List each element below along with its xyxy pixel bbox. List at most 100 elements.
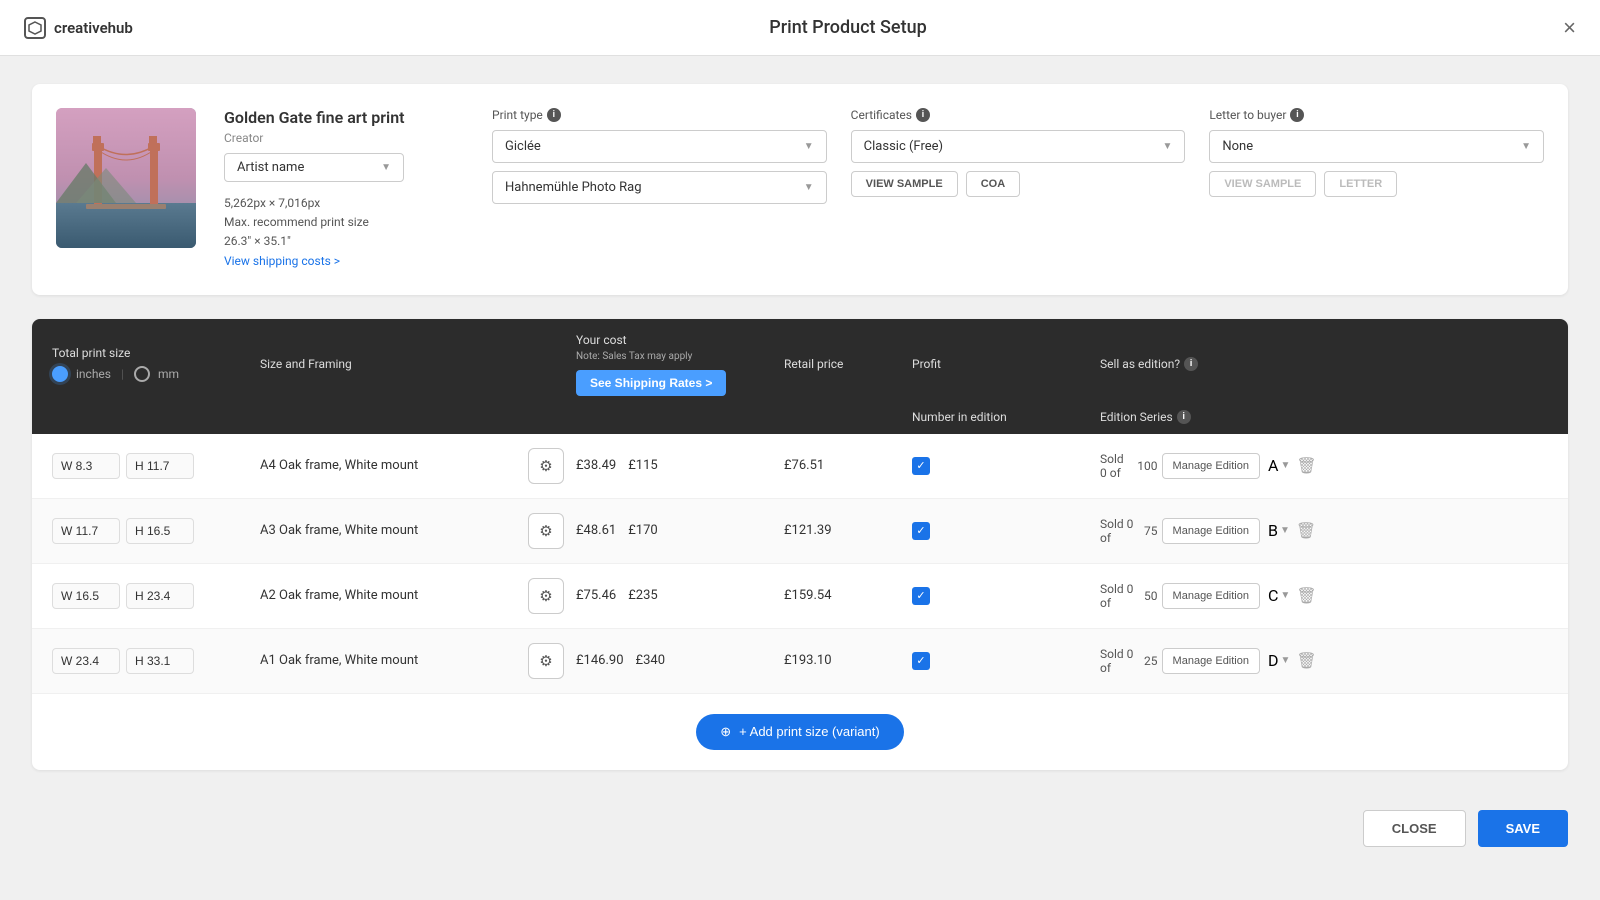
letter-button[interactable]: LETTER	[1324, 171, 1397, 197]
header-size: Total print size inches | mm	[52, 346, 252, 382]
footer-actions: CLOSE SAVE	[32, 794, 1568, 863]
profit-1: £121.39	[784, 523, 904, 538]
letter-select[interactable]: None ▼	[1209, 130, 1544, 163]
edition-count-3: 25	[1141, 654, 1157, 668]
series-cell-3: D ▼ 🗑	[1268, 647, 1318, 675]
recommend-label: Max. recommend print size	[224, 213, 464, 232]
table-row: A1 Oak frame, White mount ⚙ £146.90 £340…	[32, 629, 1568, 694]
height-input-1[interactable]	[126, 518, 194, 544]
pricing-1: £48.61 £170	[576, 523, 776, 538]
table-subheader: Number in edition Edition Series i	[32, 410, 1568, 434]
manage-edition-button-3[interactable]: Manage Edition	[1162, 648, 1260, 674]
close-button[interactable]: CLOSE	[1363, 810, 1466, 847]
save-button[interactable]: SAVE	[1478, 810, 1568, 847]
cert-buttons: VIEW SAMPLE COA	[851, 171, 1186, 197]
series-dropdown-3[interactable]: ▼	[1281, 655, 1291, 666]
delete-button-3[interactable]: 🗑	[1292, 647, 1320, 675]
height-input-0[interactable]	[126, 453, 194, 479]
certificates-group: Certificates i Classic (Free) ▼ VIEW SAM…	[851, 108, 1186, 212]
height-input-2[interactable]	[126, 583, 194, 609]
edition-info-2: Sold 0 of 50 Manage Edition	[1100, 582, 1260, 610]
size-inputs-0	[52, 453, 252, 479]
series-dropdown-0[interactable]: ▼	[1280, 460, 1290, 471]
inches-radio[interactable]	[52, 366, 68, 382]
cert-arrow: ▼	[1162, 141, 1172, 152]
print-options: Print type i Giclée ▼ Hahnemühle Photo R…	[492, 108, 1544, 212]
artist-name: Artist name	[237, 160, 304, 175]
series-dropdown-2[interactable]: ▼	[1280, 590, 1290, 601]
profit-0: £76.51	[784, 458, 904, 473]
series-dropdown-1[interactable]: ▼	[1280, 525, 1290, 536]
profit-2: £159.54	[784, 588, 904, 603]
manage-edition-button-1[interactable]: Manage Edition	[1162, 518, 1260, 544]
series-value-2: C	[1268, 586, 1278, 605]
delete-button-0[interactable]: 🗑	[1292, 452, 1320, 480]
sold-label-2: Sold 0 of	[1100, 582, 1137, 610]
shipping-rates-button[interactable]: See Shipping Rates >	[576, 370, 726, 396]
letter-buttons: VIEW SAMPLE LETTER	[1209, 171, 1544, 197]
framing-0: A4 Oak frame, White mount	[260, 458, 520, 473]
edition-checkbox-cell-2: ✓	[912, 587, 1092, 605]
edition-count-1: 75	[1141, 524, 1157, 538]
unit-toggle: inches | mm	[52, 366, 179, 382]
paper-type-arrow: ▼	[804, 182, 814, 193]
header-framing: Size and Framing	[260, 357, 520, 371]
width-input-2[interactable]	[52, 583, 120, 609]
paper-type-select[interactable]: Hahnemühle Photo Rag ▼	[492, 171, 827, 204]
series-info-icon: i	[1177, 410, 1191, 424]
edition-info-icon: i	[1184, 357, 1198, 371]
edition-checkbox-3[interactable]: ✓	[912, 652, 930, 670]
height-input-3[interactable]	[126, 648, 194, 674]
series-value-3: D	[1268, 651, 1279, 670]
coa-button[interactable]: COA	[966, 171, 1020, 197]
delete-button-1[interactable]: 🗑	[1292, 517, 1320, 545]
width-input-3[interactable]	[52, 648, 120, 674]
artist-select[interactable]: Artist name ▼	[224, 153, 404, 182]
product-info: Golden Gate fine art print Creator Artis…	[224, 108, 464, 271]
page-title: Print Product Setup	[769, 17, 926, 38]
letter-info-icon: i	[1290, 108, 1304, 122]
retail-price-0: £115	[628, 458, 657, 473]
close-x-button[interactable]: ×	[1563, 17, 1576, 39]
app-logo: creativehub	[24, 17, 133, 39]
view-sample-cert-button[interactable]: VIEW SAMPLE	[851, 171, 958, 197]
edition-checkbox-0[interactable]: ✓	[912, 457, 930, 475]
letter-arrow: ▼	[1521, 141, 1531, 152]
width-input-1[interactable]	[52, 518, 120, 544]
manage-edition-button-2[interactable]: Manage Edition	[1162, 583, 1260, 609]
main-content: Golden Gate fine art print Creator Artis…	[0, 56, 1600, 900]
manage-edition-button-0[interactable]: Manage Edition	[1162, 453, 1260, 479]
pricing-0: £38.49 £115	[576, 458, 776, 473]
gear-button-3[interactable]: ⚙	[528, 643, 564, 679]
sold-label-3: Sold 0 of	[1100, 647, 1137, 675]
edition-checkbox-2[interactable]: ✓	[912, 587, 930, 605]
profit-3: £193.10	[784, 653, 904, 668]
width-input-0[interactable]	[52, 453, 120, 479]
header-number-edition: Number in edition	[912, 410, 1092, 424]
shipping-link[interactable]: View shipping costs >	[224, 254, 340, 268]
mm-radio[interactable]	[134, 366, 150, 382]
add-variant-row: ⊕ + Add print size (variant)	[32, 694, 1568, 770]
print-type-select[interactable]: Giclée ▼	[492, 130, 827, 163]
gear-button-1[interactable]: ⚙	[528, 513, 564, 549]
table-rows: A4 Oak frame, White mount ⚙ £38.49 £115 …	[32, 434, 1568, 694]
retail-price-3: £340	[636, 653, 665, 668]
gear-button-0[interactable]: ⚙	[528, 448, 564, 484]
your-cost-1: £48.61	[576, 523, 616, 538]
max-size: 26.3" × 35.1"	[224, 232, 464, 251]
add-variant-button[interactable]: ⊕ + Add print size (variant)	[696, 714, 903, 750]
table-header: Total print size inches | mm Size and Fr…	[32, 319, 1568, 410]
table-row: A4 Oak frame, White mount ⚙ £38.49 £115 …	[32, 434, 1568, 499]
table-row: A2 Oak frame, White mount ⚙ £75.46 £235 …	[32, 564, 1568, 629]
cert-select[interactable]: Classic (Free) ▼	[851, 130, 1186, 163]
view-sample-letter-button[interactable]: VIEW SAMPLE	[1209, 171, 1316, 197]
delete-button-2[interactable]: 🗑	[1292, 582, 1320, 610]
gear-button-2[interactable]: ⚙	[528, 578, 564, 614]
series-value-0: A	[1268, 456, 1278, 475]
sold-label-1: Sold 0 of	[1100, 517, 1137, 545]
logo-text: creativehub	[54, 19, 133, 37]
retail-price-2: £235	[628, 588, 657, 603]
header-cost: Your cost Note: Sales Tax may apply See …	[576, 333, 776, 396]
size-inputs-3	[52, 648, 252, 674]
edition-checkbox-1[interactable]: ✓	[912, 522, 930, 540]
